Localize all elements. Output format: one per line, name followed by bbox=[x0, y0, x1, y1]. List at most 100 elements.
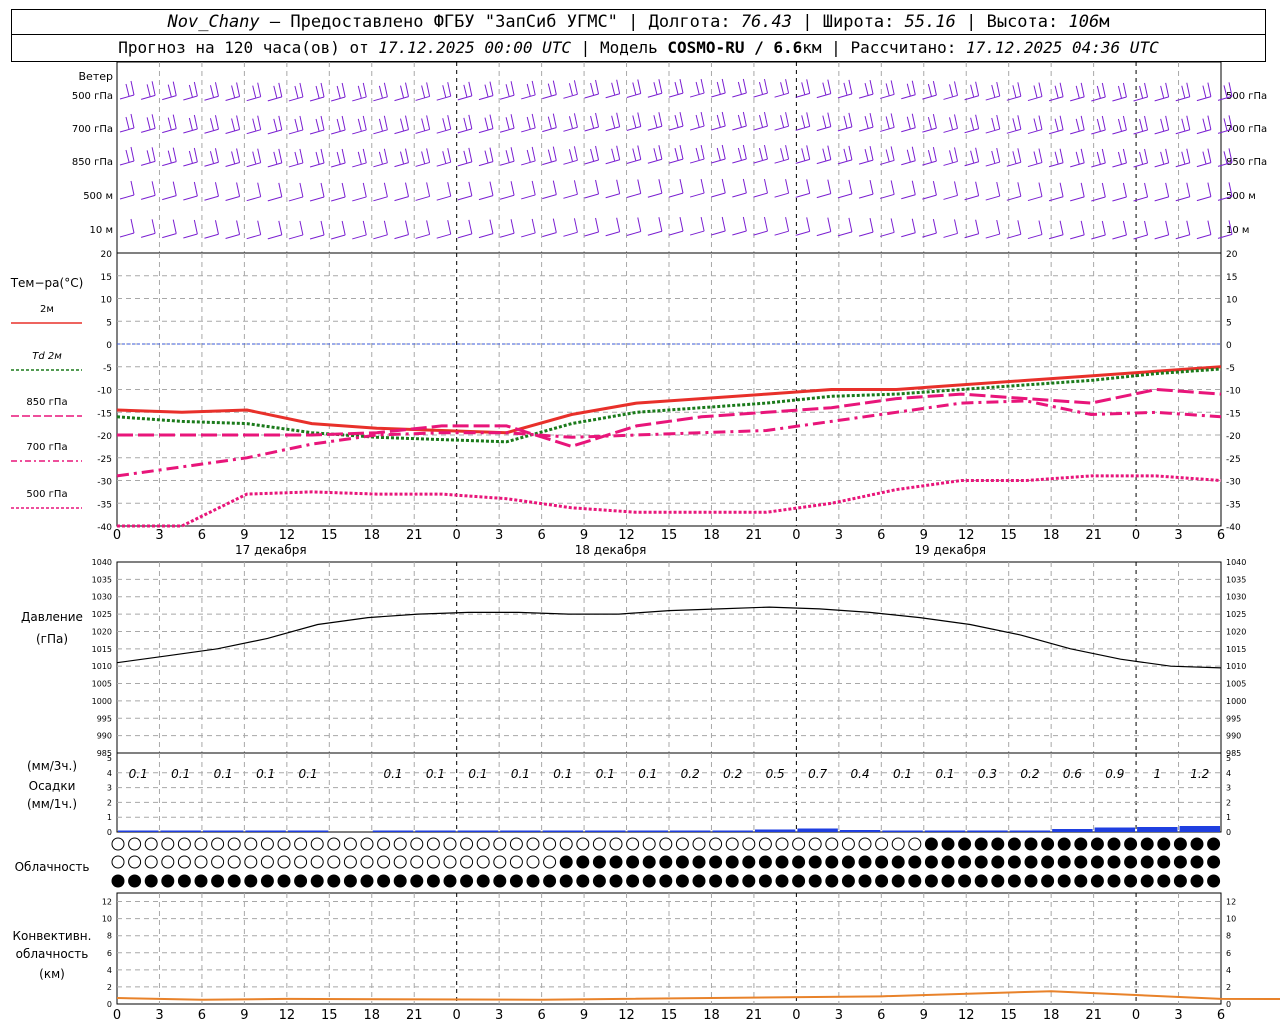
precip-bar bbox=[754, 829, 796, 832]
wind-barb bbox=[858, 93, 874, 99]
cloud-symbol bbox=[891, 837, 905, 851]
wind-barb-feather bbox=[1101, 182, 1106, 198]
wind-barb-feather bbox=[1181, 151, 1186, 164]
cloud-symbol bbox=[626, 874, 640, 888]
wind-barb bbox=[331, 162, 346, 168]
wind-barb-feather bbox=[658, 179, 663, 194]
wind-barb-feather bbox=[763, 111, 768, 127]
hour-tick-label: 6 bbox=[877, 528, 885, 543]
wind-barb-feather bbox=[531, 180, 536, 196]
wind-barb-feather bbox=[885, 83, 890, 96]
wind-barb-feather bbox=[1059, 115, 1064, 130]
wind-barb bbox=[858, 159, 874, 165]
temp-tick-left: -10 bbox=[97, 387, 112, 397]
precip-bar bbox=[797, 828, 838, 832]
wind-barb-feather bbox=[130, 218, 135, 234]
hour-tick-label-bottom: 15 bbox=[321, 1008, 338, 1023]
cloud-symbol bbox=[725, 855, 739, 869]
cloud-symbol bbox=[841, 837, 855, 851]
wind-barb-feather bbox=[336, 85, 341, 99]
hour-tick-label: 18 bbox=[1043, 528, 1060, 543]
wind-barb-feather bbox=[1080, 148, 1085, 163]
hour-tick-label: 21 bbox=[746, 528, 763, 543]
wind-barb bbox=[901, 94, 916, 100]
cloud-symbol bbox=[161, 874, 175, 888]
wind-barb-feather bbox=[996, 81, 1001, 97]
wind-barb-feather bbox=[721, 216, 726, 232]
temp-tick-right: 15 bbox=[1226, 273, 1237, 283]
cloud-symbol bbox=[1190, 837, 1204, 851]
wind-barb-feather bbox=[848, 145, 853, 160]
hour-tick-label: 15 bbox=[1000, 528, 1017, 543]
wind-barb-feather bbox=[1207, 115, 1212, 130]
wind-barb-feather bbox=[130, 146, 135, 162]
pressure-tick-left: 1000 bbox=[92, 697, 112, 706]
wind-barb-feather bbox=[1075, 151, 1080, 164]
wind-barb-feather bbox=[869, 146, 874, 161]
wind-barb-feather bbox=[188, 150, 193, 164]
cloud-symbol bbox=[924, 855, 938, 869]
cloud-symbol bbox=[1090, 855, 1104, 869]
wind-barb-feather bbox=[510, 181, 515, 196]
wind-barb-feather bbox=[1054, 151, 1059, 164]
wind-barb bbox=[394, 96, 409, 102]
wind-barb bbox=[352, 162, 367, 168]
precip-tick-left: 5 bbox=[107, 754, 112, 763]
wind-barb-feather bbox=[315, 118, 320, 132]
wind-barb-feather bbox=[827, 179, 832, 194]
wind-barb bbox=[331, 196, 346, 202]
date-label: 17 декабря bbox=[235, 543, 307, 557]
wind-barb-feather bbox=[236, 182, 241, 197]
wind-barb bbox=[584, 126, 599, 132]
precip-tick-right: 5 bbox=[1226, 754, 1231, 763]
pressure-tick-right: 1040 bbox=[1226, 558, 1246, 567]
wind-barb-feather bbox=[806, 79, 811, 94]
wind-level-label-right: 850 гПа bbox=[1226, 157, 1267, 168]
wind-barb bbox=[499, 127, 515, 133]
wind-barb-feather bbox=[932, 180, 937, 196]
cloud-symbol bbox=[493, 837, 507, 851]
wind-barb-feather bbox=[426, 182, 431, 197]
wind-barb bbox=[858, 193, 874, 199]
wind-barb bbox=[1027, 129, 1043, 135]
wind-barb-feather bbox=[806, 179, 811, 194]
wind-barb-feather bbox=[970, 117, 975, 130]
wind-barb bbox=[162, 95, 177, 101]
wind-barb bbox=[985, 128, 1000, 134]
wind-barb-feather bbox=[257, 220, 262, 235]
hour-tick-label-bottom: 15 bbox=[1000, 1008, 1017, 1023]
cloud-symbol bbox=[1007, 874, 1021, 888]
wind-barb bbox=[521, 94, 536, 100]
wind-barb-feather bbox=[932, 80, 937, 96]
wind-barb bbox=[373, 196, 388, 202]
cloud-symbol bbox=[443, 837, 457, 851]
cloud-symbol bbox=[310, 837, 324, 851]
wind-barb bbox=[415, 128, 430, 134]
cloud-symbol bbox=[974, 874, 988, 888]
cloud-symbol bbox=[692, 874, 706, 888]
wind-barb bbox=[1175, 162, 1190, 168]
wind-barb-feather bbox=[758, 114, 763, 128]
cloud-symbol bbox=[1057, 874, 1071, 888]
wind-barb-feather bbox=[864, 116, 869, 129]
cloud-symbol bbox=[626, 837, 640, 851]
wind-barb-feather bbox=[700, 144, 705, 160]
wind-barb-feather bbox=[806, 112, 811, 127]
wind-barb-feather bbox=[278, 82, 283, 97]
wind-barb bbox=[880, 159, 895, 165]
cloud-symbol bbox=[377, 855, 391, 869]
wind-barb-feather bbox=[1207, 182, 1212, 197]
wind-barb-feather bbox=[906, 116, 911, 129]
wind-barb-feather bbox=[214, 182, 219, 197]
wind-barb-feather bbox=[1033, 151, 1038, 164]
cloud-symbol bbox=[476, 874, 490, 888]
cloud-symbol bbox=[642, 855, 656, 869]
wind-barb-feather bbox=[927, 83, 932, 97]
wind-barb-feather bbox=[447, 182, 452, 197]
conv-unit: (км) bbox=[39, 967, 65, 981]
wind-barb-feather bbox=[231, 85, 236, 98]
wind-barb bbox=[711, 230, 726, 236]
pressure-tick-right: 1005 bbox=[1226, 680, 1246, 689]
precip-tick-right: 3 bbox=[1226, 784, 1231, 793]
wind-barb-feather bbox=[1033, 118, 1038, 131]
